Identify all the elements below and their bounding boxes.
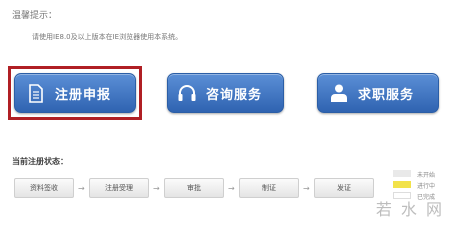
step-material-receipt: 资料签收 <box>14 178 74 198</box>
legend-swatch-in-progress <box>393 181 411 188</box>
arrow-icon: → <box>228 184 235 193</box>
tips-title: 温馨提示： <box>12 11 58 21</box>
document-icon <box>25 82 47 104</box>
arrow-icon: → <box>303 184 310 193</box>
job-button-label: 求职服务 <box>358 87 415 103</box>
status-title: 当前注册状态： <box>12 157 68 166</box>
headphones-icon <box>176 82 198 104</box>
register-button-label: 注册申报 <box>55 87 112 103</box>
step-issue-certificate: 发证 <box>314 178 374 198</box>
legend-label-in-progress: 进行中 <box>417 183 436 190</box>
step-certificate-making: 制证 <box>239 178 299 198</box>
step-approval: 审批 <box>164 178 224 198</box>
step-registration-acceptance: 注册受理 <box>89 178 149 198</box>
job-button[interactable]: 求职服务 <box>317 73 439 113</box>
consult-button-label: 咨询服务 <box>206 87 263 103</box>
arrow-icon: → <box>78 184 85 193</box>
tips-text: 请使用IE8.0及以上版本在IE浏览器使用本系统。 <box>32 33 183 41</box>
consult-button[interactable]: 咨询服务 <box>167 73 284 113</box>
person-icon <box>328 82 350 104</box>
arrow-icon: → <box>153 184 160 193</box>
register-button[interactable]: 注册申报 <box>14 73 136 113</box>
legend-label-not-started: 未开始 <box>417 172 436 179</box>
watermark: 若 水 网 <box>375 200 444 219</box>
legend-swatch-not-started <box>393 170 411 177</box>
